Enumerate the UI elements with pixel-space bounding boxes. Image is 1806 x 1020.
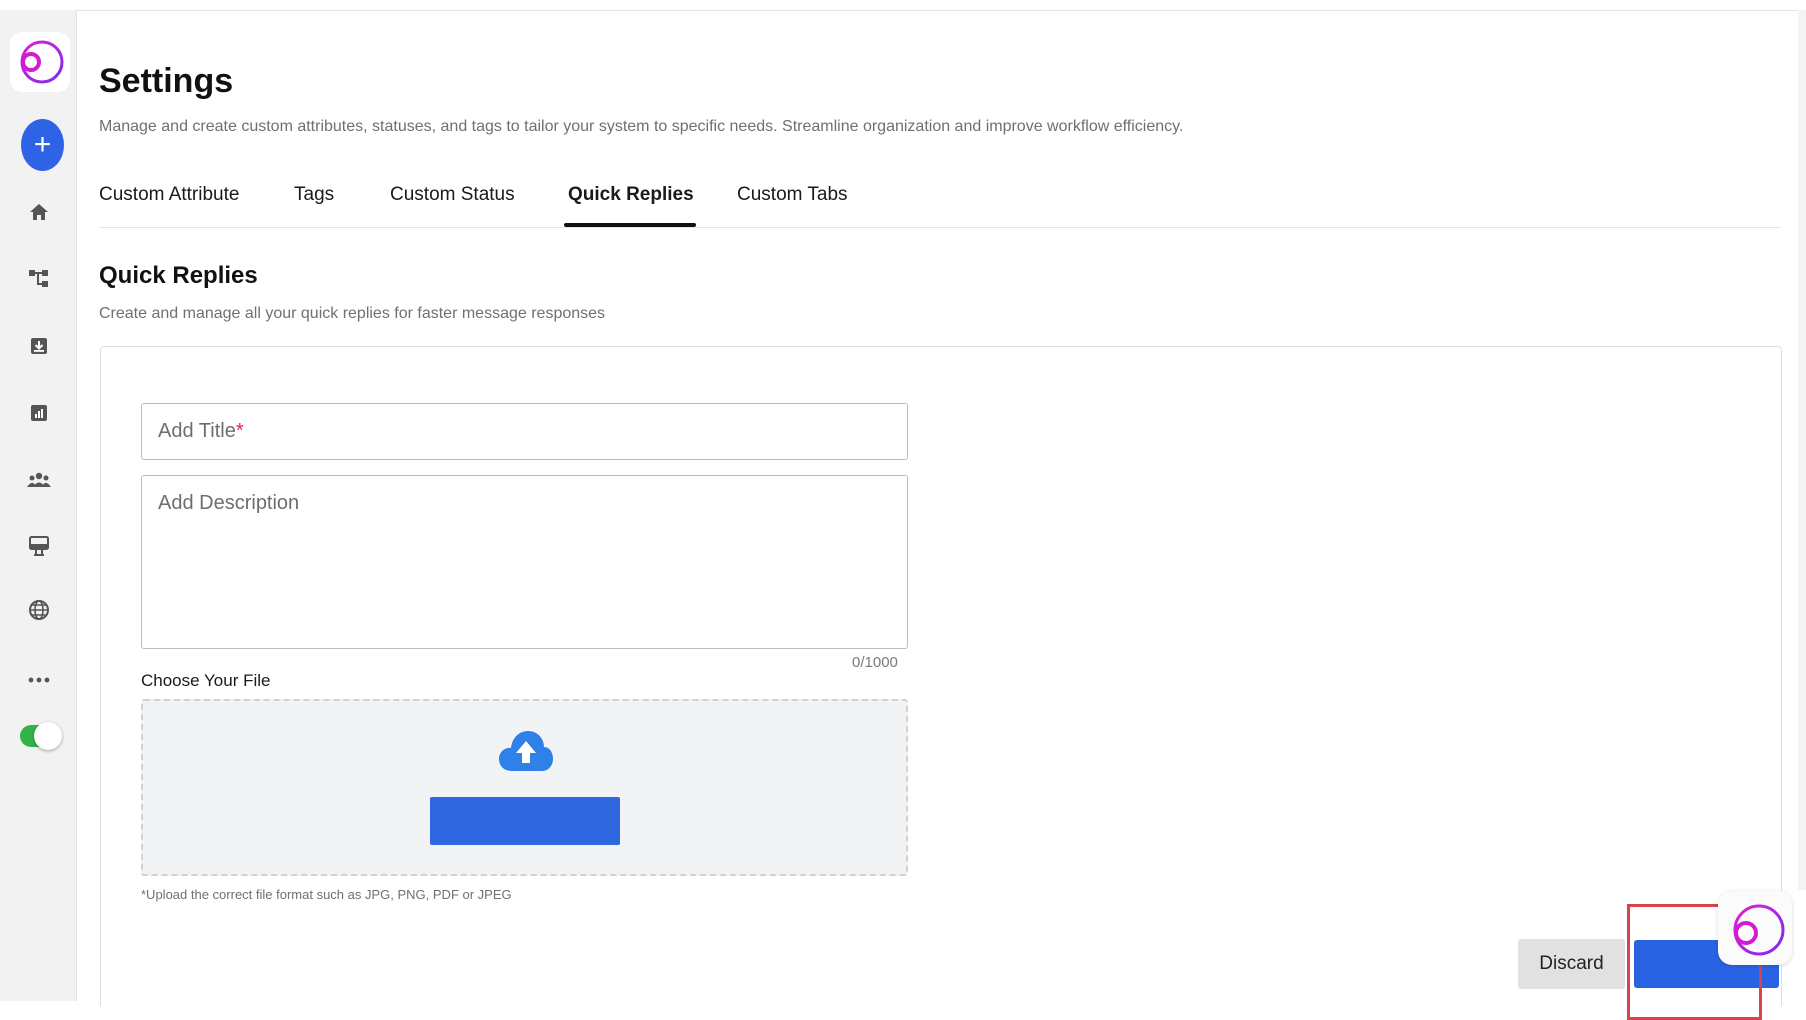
workflow-icon[interactable]	[23, 263, 55, 295]
status-toggle[interactable]	[20, 722, 62, 750]
tab-tags[interactable]: Tags	[294, 184, 334, 206]
cloud-upload-icon	[499, 731, 553, 771]
add-new-button[interactable]: +	[21, 119, 64, 171]
more-icon[interactable]	[23, 664, 55, 696]
chat-logo-icon	[1733, 904, 1785, 956]
page-subtitle: Manage and create custom attributes, sta…	[99, 118, 1184, 135]
tab-custom-tabs[interactable]: Custom Tabs	[737, 184, 848, 206]
section-title: Quick Replies	[99, 262, 258, 289]
page-title: Settings	[99, 62, 234, 100]
title-input[interactable]: Add Title *	[141, 403, 908, 460]
app-logo[interactable]	[10, 32, 70, 92]
toggle-knob	[34, 722, 62, 750]
tab-quick-replies[interactable]: Quick Replies	[564, 184, 696, 227]
inbox-download-icon[interactable]	[23, 330, 55, 362]
title-placeholder: Add Title	[158, 420, 236, 442]
campaign-icon[interactable]	[23, 530, 55, 562]
page-scrollbar[interactable]	[1798, 10, 1806, 890]
discard-button[interactable]: Discard	[1518, 939, 1625, 989]
team-icon[interactable]	[23, 464, 55, 496]
file-format-note: *Upload the correct file format such as …	[141, 887, 512, 902]
upload-file-button[interactable]	[430, 797, 620, 845]
chat-widget-button[interactable]	[1718, 891, 1792, 965]
sidebar: +	[0, 10, 77, 1001]
file-label: Choose Your File	[141, 671, 271, 690]
tab-custom-status[interactable]: Custom Status	[390, 184, 515, 206]
file-dropzone[interactable]	[141, 699, 908, 876]
tab-custom-attribute[interactable]: Custom Attribute	[99, 184, 239, 206]
logo-icon	[20, 40, 64, 84]
reports-icon[interactable]	[23, 397, 55, 429]
home-icon[interactable]	[23, 196, 55, 228]
plus-icon: +	[33, 128, 52, 161]
top-divider	[0, 10, 1806, 11]
description-textarea[interactable]	[141, 475, 908, 649]
character-counter: 0/1000	[852, 654, 898, 671]
globe-icon[interactable]	[23, 594, 55, 626]
section-subtitle: Create and manage all your quick replies…	[99, 305, 606, 322]
required-mark: *	[235, 420, 244, 442]
settings-tabs: Custom Attribute Tags Custom Status Quic…	[99, 184, 1781, 228]
